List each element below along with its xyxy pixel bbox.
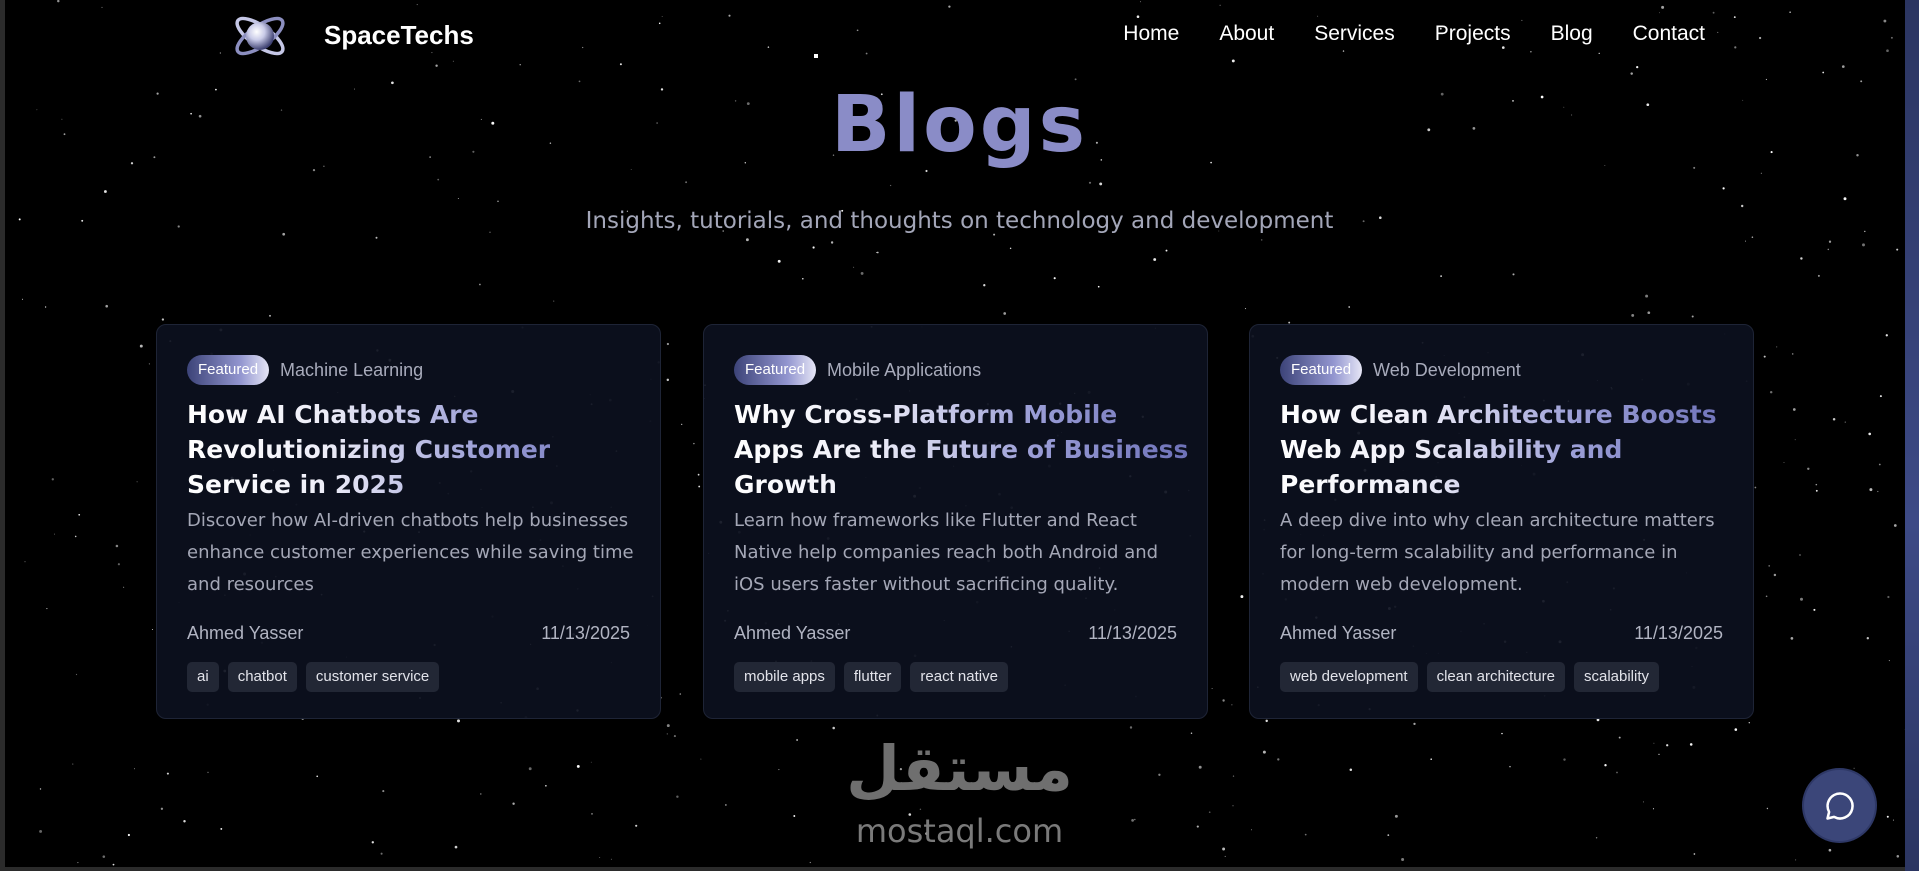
- tag-chip[interactable]: customer service: [305, 662, 440, 692]
- category-label: Machine Learning: [280, 359, 424, 380]
- post-description: A deep dive into why clean architecture …: [1280, 510, 1715, 595]
- chat-button[interactable]: [1804, 770, 1875, 841]
- tag-chip[interactable]: web development: [1280, 662, 1418, 692]
- post-description: Discover how AI-driven chatbots help bus…: [187, 510, 634, 595]
- page-title: Blogs: [830, 80, 1089, 170]
- tag-chip[interactable]: flutter: [843, 662, 902, 692]
- card-header: Featured Web Development: [1280, 355, 1521, 385]
- tag-list: mobile apps flutter react native: [734, 662, 1008, 692]
- tag-chip[interactable]: chatbot: [227, 662, 297, 692]
- nav-link-contact[interactable]: Contact: [1633, 22, 1705, 46]
- post-title[interactable]: How AI Chatbots Are Revolutionizing Cust…: [187, 397, 647, 502]
- decorative-dot: [814, 54, 818, 58]
- nav-link-about[interactable]: About: [1219, 22, 1274, 46]
- tag-chip[interactable]: clean architecture: [1426, 662, 1565, 692]
- card-header: Featured Mobile Applications: [734, 355, 981, 385]
- window-bottom-edge: [0, 867, 1919, 871]
- post-author: Ahmed Yasser: [734, 623, 851, 643]
- main-menu: Home About Services Projects Blog Contac…: [1123, 22, 1705, 46]
- category-label: Mobile Applications: [827, 359, 982, 380]
- nav-link-home[interactable]: Home: [1123, 22, 1179, 46]
- blog-card[interactable]: Featured Mobile Applications Why Cross-P…: [703, 324, 1208, 719]
- post-date: 11/13/2025: [1634, 623, 1723, 643]
- page-scrollbar[interactable]: [1905, 0, 1919, 871]
- page-subtitle: Insights, tutorials, and thoughts on tec…: [585, 208, 1334, 234]
- brand-name[interactable]: SpaceTechs: [324, 20, 474, 51]
- nav-link-blog[interactable]: Blog: [1551, 22, 1593, 46]
- featured-badge: Featured: [734, 355, 817, 385]
- window-left-edge: [0, 0, 5, 871]
- nav-link-projects[interactable]: Projects: [1435, 22, 1511, 46]
- post-author: Ahmed Yasser: [1280, 623, 1397, 643]
- nav-link-services[interactable]: Services: [1314, 22, 1395, 46]
- watermark-arabic: مستقل: [846, 732, 1073, 805]
- tag-chip[interactable]: scalability: [1573, 662, 1660, 692]
- tag-list: web development clean architecture scala…: [1280, 662, 1660, 692]
- blog-card[interactable]: Featured Machine Learning How AI Chatbot…: [156, 324, 661, 719]
- tag-list: ai chatbot customer service: [187, 662, 440, 692]
- featured-badge: Featured: [1280, 355, 1363, 385]
- featured-badge: Featured: [187, 355, 270, 385]
- top-navigation: SpaceTechs Home About Services Projects …: [0, 0, 1919, 74]
- post-date: 11/13/2025: [1088, 623, 1177, 643]
- post-title[interactable]: How Clean Architecture Boosts Web App Sc…: [1280, 397, 1740, 502]
- watermark-latin: mostaql.com: [855, 812, 1064, 850]
- blog-card[interactable]: Featured Web Development How Clean Archi…: [1249, 324, 1754, 719]
- post-description: Learn how frameworks like Flutter and Re…: [734, 510, 1159, 595]
- tag-chip[interactable]: mobile apps: [734, 662, 835, 692]
- category-label: Web Development: [1373, 359, 1521, 380]
- post-title[interactable]: Why Cross-Platform Mobile Apps Are the F…: [734, 397, 1194, 502]
- post-author: Ahmed Yasser: [187, 623, 304, 643]
- post-date: 11/13/2025: [541, 623, 630, 643]
- chat-bubble-icon: [1825, 791, 1854, 820]
- tag-chip[interactable]: react native: [910, 662, 1008, 692]
- card-header: Featured Machine Learning: [187, 355, 423, 385]
- tag-chip[interactable]: ai: [187, 662, 219, 692]
- planet-orbit-icon[interactable]: [230, 6, 290, 66]
